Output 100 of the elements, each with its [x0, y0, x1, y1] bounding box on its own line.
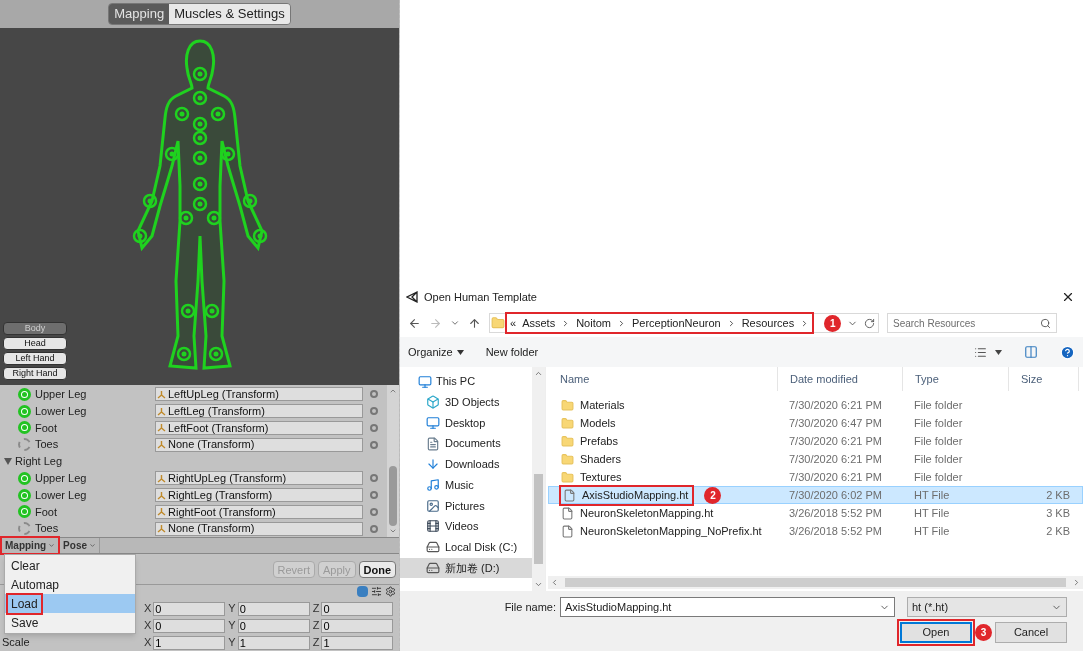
- file-icon: [561, 506, 574, 520]
- menu-item[interactable]: Clear: [8, 556, 43, 575]
- nav-item[interactable]: Documents: [400, 433, 532, 455]
- command-button[interactable]: New folder: [485, 343, 539, 361]
- axis-field[interactable]: 0: [321, 601, 394, 616]
- help-icon[interactable]: [1060, 344, 1075, 360]
- scroll-up-icon[interactable]: [389, 387, 397, 395]
- sliders-icon[interactable]: [371, 586, 382, 597]
- scroll-down-icon[interactable]: [534, 580, 543, 589]
- refresh-icon[interactable]: [864, 317, 875, 329]
- file-row[interactable]: AxisStudioMapping.ht 2 7/30/2020 6:02 PM HT File 2 KB: [548, 486, 1083, 504]
- nav-item[interactable]: Music: [400, 474, 532, 496]
- bone-label: Lower Leg: [35, 487, 88, 503]
- axis-field[interactable]: 0: [237, 601, 310, 616]
- axis-label: X: [144, 601, 152, 617]
- breadcrumb[interactable]: Noitom: [576, 314, 611, 332]
- axis-field[interactable]: 0: [237, 618, 310, 633]
- transform-field[interactable]: LeftUpLeg (Transform): [155, 387, 363, 402]
- menu-item[interactable]: Automap: [8, 575, 63, 594]
- overflow-marker[interactable]: «: [510, 314, 517, 332]
- column-header[interactable]: Name: [548, 367, 778, 391]
- axis-field[interactable]: 0: [153, 618, 226, 633]
- drive-icon: [426, 560, 440, 575]
- nav-item[interactable]: Desktop: [400, 412, 532, 434]
- back-icon[interactable]: [408, 316, 421, 330]
- close-icon[interactable]: [1061, 290, 1075, 304]
- dialog-button[interactable]: Open: [900, 622, 972, 643]
- command-button[interactable]: Organize: [408, 343, 464, 361]
- scroll-up-icon[interactable]: [534, 369, 543, 378]
- nav-item[interactable]: Videos: [400, 516, 532, 537]
- bone-label: Toes: [35, 437, 60, 453]
- file-name-input[interactable]: AxisStudioMapping.ht: [565, 598, 879, 616]
- transform-field[interactable]: None (Transform): [155, 437, 363, 452]
- column-header[interactable]: Date modified: [778, 367, 903, 391]
- transform-field[interactable]: RightLeg (Transform): [155, 488, 363, 503]
- file-row[interactable]: Textures 7/30/2020 6:21 PM File folder: [548, 468, 1083, 486]
- transform-field[interactable]: RightFoot (Transform): [155, 504, 363, 519]
- view-options-icon[interactable]: [974, 345, 987, 359]
- file-row[interactable]: Shaders 7/30/2020 6:21 PM File folder: [548, 450, 1083, 468]
- axes-icon: [157, 423, 166, 433]
- tab[interactable]: Mapping: [109, 4, 170, 24]
- axis-field[interactable]: 0: [153, 601, 226, 616]
- up-icon[interactable]: [468, 316, 481, 330]
- scroll-down-icon[interactable]: [389, 527, 397, 535]
- scroll-right-icon[interactable]: [1072, 578, 1081, 587]
- body-part-button[interactable]: Left Hand: [3, 352, 67, 365]
- body-part-button[interactable]: Right Hand: [3, 367, 67, 380]
- nav-item[interactable]: Pictures: [400, 495, 532, 517]
- axes-icon: [157, 507, 166, 517]
- nav-item[interactable]: Downloads: [400, 454, 532, 475]
- column-header[interactable]: Type: [903, 367, 1009, 391]
- file-name-field[interactable]: AxisStudioMapping.ht: [560, 597, 895, 617]
- chevron-icon[interactable]: [617, 318, 626, 328]
- nav-item[interactable]: 新加卷 (D:): [400, 557, 532, 579]
- nav-item[interactable]: This PC: [400, 371, 532, 392]
- expanded-triangle-icon[interactable]: [4, 458, 12, 465]
- breadcrumb[interactable]: PerceptionNeuron: [632, 314, 721, 332]
- dialog-button[interactable]: Cancel: [995, 622, 1067, 643]
- file-row[interactable]: Models 7/30/2020 6:47 PM File folder: [548, 414, 1083, 432]
- dropdown-button[interactable]: Pose: [60, 538, 100, 553]
- view-dropdown-icon[interactable]: [995, 349, 1002, 355]
- transform-field[interactable]: None (Transform): [155, 521, 363, 536]
- date-cell-text: 7/30/2020 6:47 PM: [788, 415, 883, 431]
- axis-field[interactable]: 0: [321, 618, 394, 633]
- axis-field[interactable]: 1: [237, 635, 310, 650]
- recent-dropdown-icon[interactable]: [450, 318, 460, 328]
- scrollbar[interactable]: [387, 385, 399, 537]
- body-part-button[interactable]: Head: [3, 337, 67, 350]
- transform-field[interactable]: LeftLeg (Transform): [155, 404, 363, 419]
- file-row[interactable]: NeuronSkeletonMapping_NoPrefix.ht 3/26/2018 5:52 PM HT File 2 KB: [548, 522, 1083, 540]
- file-type-dropdown[interactable]: ht (*.ht): [907, 597, 1067, 617]
- search-field[interactable]: Search Resources: [887, 313, 1057, 333]
- nav-item[interactable]: 3D Objects: [400, 392, 532, 413]
- scroll-left-icon[interactable]: [550, 578, 559, 587]
- column-header[interactable]: Size: [1009, 367, 1079, 391]
- menu-item[interactable]: Save: [8, 613, 42, 632]
- transform-field[interactable]: RightUpLeg (Transform): [155, 471, 363, 486]
- breadcrumb[interactable]: Resources: [741, 314, 795, 332]
- nav-item[interactable]: Local Disk (C:): [400, 536, 532, 558]
- axis-field[interactable]: 1: [153, 635, 226, 650]
- scrollbar[interactable]: [532, 367, 545, 591]
- forward-icon[interactable]: [429, 316, 442, 330]
- address-bar[interactable]: « Assets Noitom PerceptionNeuron Resources 1: [489, 313, 879, 333]
- dropdown-button[interactable]: Mapping: [2, 538, 59, 553]
- tab[interactable]: Muscles & Settings: [169, 4, 290, 24]
- search-input[interactable]: Search Resources: [893, 315, 1040, 331]
- settings-icon[interactable]: [385, 586, 396, 597]
- file-name: Models: [580, 415, 616, 431]
- caret-icon: [89, 542, 96, 549]
- transform-field[interactable]: LeftFoot (Transform): [155, 420, 363, 435]
- axes-icon: [157, 524, 166, 534]
- file-row[interactable]: Materials 7/30/2020 6:21 PM File folder: [548, 396, 1083, 414]
- horizontal-scrollbar[interactable]: [548, 576, 1083, 589]
- breadcrumb[interactable]: Assets: [522, 314, 556, 332]
- axis-label: X: [144, 635, 152, 651]
- file-row[interactable]: Prefabs 7/30/2020 6:21 PM File folder: [548, 432, 1083, 450]
- preview-pane-icon[interactable]: [1024, 345, 1038, 359]
- axis-field[interactable]: 1: [321, 635, 394, 650]
- action-button[interactable]: Done: [358, 560, 396, 578]
- file-row[interactable]: NeuronSkeletonMapping.ht 3/26/2018 5:52 PM HT File 3 KB: [548, 504, 1083, 522]
